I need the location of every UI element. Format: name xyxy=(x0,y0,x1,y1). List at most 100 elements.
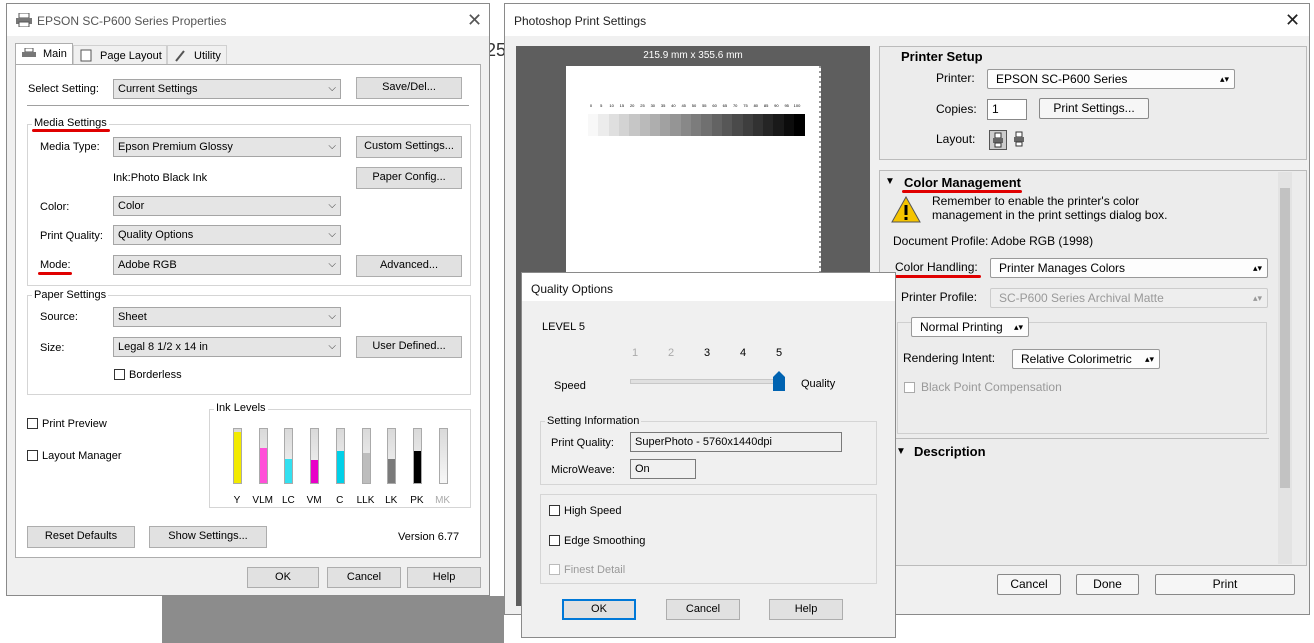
show-settings-button[interactable]: Show Settings... xyxy=(149,526,267,548)
cancel-button[interactable]: Cancel xyxy=(327,567,401,588)
scale-label: 50 xyxy=(691,103,697,108)
print-button[interactable]: Print xyxy=(1155,574,1295,595)
source-dropdown[interactable]: Sheet ⌵ xyxy=(113,307,341,327)
user-defined-button[interactable]: User Defined... xyxy=(356,336,462,358)
edge-smoothing-label: Edge Smoothing xyxy=(564,535,646,547)
media-settings-title: Media Settings xyxy=(32,117,109,129)
borderless-checkbox[interactable] xyxy=(114,369,125,380)
rendering-intent-dropdown[interactable]: Relative Colorimetric ▴▾ xyxy=(1012,349,1160,369)
level-text: LEVEL 5 xyxy=(542,321,586,333)
paper-config-button[interactable]: Paper Config... xyxy=(356,167,462,189)
ink-level-label: PK xyxy=(410,495,424,506)
print-settings-button[interactable]: Print Settings... xyxy=(1039,98,1149,119)
print-preview-label: Print Preview xyxy=(42,418,107,430)
gray-step xyxy=(680,114,692,136)
gray-step xyxy=(608,114,620,136)
save-del-button[interactable]: Save/Del... xyxy=(356,77,462,99)
print-preview-checkbox[interactable] xyxy=(27,418,38,429)
gray-step xyxy=(752,114,764,136)
portrait-layout-icon[interactable] xyxy=(989,130,1007,150)
scale-label: 55 xyxy=(702,103,707,108)
cancel-button[interactable]: Cancel xyxy=(666,599,740,620)
gray-step xyxy=(783,114,795,136)
printer-setup-title: Printer Setup xyxy=(901,49,983,64)
photoshop-titlebar: Photoshop Print Settings ✕ xyxy=(505,4,1309,36)
advanced-button[interactable]: Advanced... xyxy=(356,255,462,277)
slider-tick-label: 3 xyxy=(704,347,711,359)
tab-page-layout[interactable]: Page Layout xyxy=(73,45,167,65)
scale-label: 0 xyxy=(589,103,593,108)
scale-label: 35 xyxy=(660,103,666,108)
landscape-layout-icon[interactable] xyxy=(1011,130,1029,150)
done-button[interactable]: Done xyxy=(1076,574,1139,595)
printer-profile-value: SC-P600 Series Archival Matte xyxy=(999,291,1164,305)
collapse-triangle-icon[interactable]: ▼ xyxy=(885,176,895,187)
printer-dropdown[interactable]: EPSON SC-P600 Series ▴▾ xyxy=(987,69,1235,89)
printer-label: Printer: xyxy=(936,71,975,85)
mode-dropdown[interactable]: Adobe RGB ⌵ xyxy=(113,255,341,275)
chevron-updown-icon: ▴▾ xyxy=(1252,293,1262,303)
media-type-label: Media Type: xyxy=(40,141,100,153)
mode-label: Mode: xyxy=(40,259,71,271)
media-type-value: Epson Premium Glossy xyxy=(118,141,233,153)
panel-scrollbar[interactable] xyxy=(1278,172,1292,564)
copies-input[interactable]: 1 xyxy=(987,99,1027,120)
scale-label: 15 xyxy=(619,103,625,108)
quality-slider-thumb[interactable] xyxy=(773,371,785,391)
select-setting-dropdown[interactable]: Current Settings ⌵ xyxy=(113,79,341,99)
quality-dialog-title: Quality Options xyxy=(531,282,614,296)
ink-level-label: C xyxy=(336,495,344,506)
ink-level-bar xyxy=(335,428,345,484)
cancel-button[interactable]: Cancel xyxy=(997,574,1061,595)
rendering-group xyxy=(897,322,1267,434)
microweave-label: MicroWeave: xyxy=(551,464,615,476)
tab-main[interactable]: Main xyxy=(15,43,73,65)
custom-settings-button[interactable]: Custom Settings... xyxy=(356,136,462,158)
tab-main-label: Main xyxy=(43,48,67,60)
gray-step xyxy=(670,114,682,136)
paper-dimensions-text: 215.9 mm x 355.6 mm xyxy=(643,50,743,61)
size-dropdown[interactable]: Legal 8 1/2 x 14 in ⌵ xyxy=(113,337,341,357)
ink-level-bar xyxy=(233,428,242,484)
finest-detail-checkbox xyxy=(549,564,560,575)
scrollbar-thumb[interactable] xyxy=(1280,188,1290,488)
landscape-printer-icon xyxy=(1014,131,1024,147)
tab-utility[interactable]: Utility xyxy=(167,45,227,65)
color-dropdown[interactable]: Color ⌵ xyxy=(113,196,341,216)
quality-slider-track[interactable] xyxy=(630,379,782,384)
close-icon[interactable]: ✕ xyxy=(467,10,482,31)
print-quality-value: Quality Options xyxy=(118,229,194,241)
high-speed-checkbox[interactable] xyxy=(549,505,560,516)
media-type-dropdown[interactable]: Epson Premium Glossy ⌵ xyxy=(113,137,341,157)
chevron-down-icon: ⌵ xyxy=(328,229,336,240)
scale-label: 100 xyxy=(793,103,801,108)
ok-button[interactable]: OK xyxy=(562,599,636,620)
scale-label: 40 xyxy=(671,103,676,108)
layout-manager-checkbox[interactable] xyxy=(27,450,38,461)
ink-level-bar xyxy=(412,428,422,484)
gray-step xyxy=(701,114,713,136)
reset-defaults-button[interactable]: Reset Defaults xyxy=(27,526,135,548)
ink-level-label: LC xyxy=(281,495,295,506)
close-icon[interactable]: ✕ xyxy=(1285,10,1300,31)
red-annotation-line xyxy=(38,272,72,275)
scale-label: 70 xyxy=(732,103,738,108)
color-handling-dropdown[interactable]: Printer Manages Colors ▴▾ xyxy=(990,258,1268,278)
ok-button[interactable]: OK xyxy=(247,567,319,588)
normal-printing-dropdown[interactable]: Normal Printing ▴▾ xyxy=(911,317,1029,337)
size-value: Legal 8 1/2 x 14 in xyxy=(118,341,208,353)
help-button[interactable]: Help xyxy=(769,599,843,620)
gray-step xyxy=(639,114,651,136)
slider-tick-label: 2 xyxy=(668,347,675,359)
collapse-triangle-icon[interactable]: ▼ xyxy=(896,446,906,457)
help-button[interactable]: Help xyxy=(407,567,481,588)
warning-icon xyxy=(891,196,921,223)
black-point-label: Black Point Compensation xyxy=(921,380,1062,394)
edge-smoothing-checkbox[interactable] xyxy=(549,535,560,546)
description-title: Description xyxy=(914,444,986,459)
mode-value: Adobe RGB xyxy=(118,259,177,271)
ink-level-bar xyxy=(310,428,320,484)
print-quality-dropdown[interactable]: Quality Options ⌵ xyxy=(113,225,341,245)
version-text: Version 6.77 xyxy=(398,531,460,543)
portrait-printer-icon xyxy=(993,132,1003,148)
